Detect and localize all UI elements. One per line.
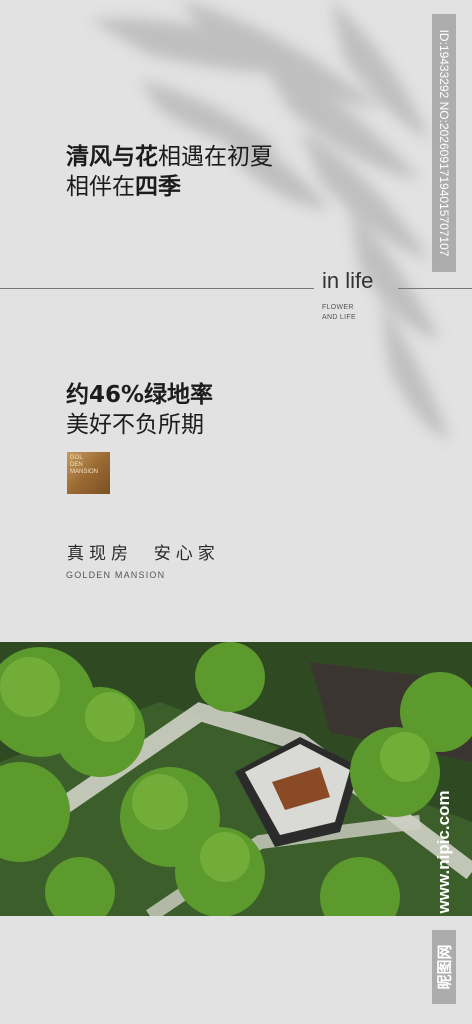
logo-line1: GOL — [70, 455, 83, 461]
green-slogan: 美好不负所期 — [66, 412, 204, 438]
headline-line2-bold: 四季 — [135, 174, 181, 200]
logo-line2: DEN — [70, 462, 83, 468]
green-rate-block: 约46%绿地率 美好不负所期 — [66, 380, 213, 440]
watermark-site: 昵图网 — [435, 944, 454, 990]
brand-name-english: GOLDEN MANSION — [66, 570, 166, 580]
in-life-sub-line1: FLOWER — [322, 304, 354, 311]
watermark-id-text: ID:19433292 NO:20260917194015707107 — [437, 29, 451, 257]
green-rate: 约46%绿地率 — [66, 382, 214, 408]
in-life-subtitle: FLOWER AND LIFE — [322, 303, 356, 323]
headline-line1-rest: 相遇在初夏 — [158, 144, 273, 170]
in-life-sub-line2: AND LIFE — [322, 314, 356, 321]
brand-logo: GOL DEN MANSION — [67, 452, 110, 494]
logo-line3: MANSION — [70, 469, 99, 475]
tagline: 真现房 安心家 — [67, 544, 220, 564]
headline: 清风与花相遇在初夏 相伴在四季 — [66, 142, 273, 202]
watermark-id: ID:19433292 NO:20260917194015707107 — [432, 14, 456, 272]
headline-line1-bold: 清风与花 — [66, 144, 158, 170]
watermark-logo: 昵图网 — [432, 930, 456, 1004]
watermark-url: www.nipic.com — [434, 790, 453, 914]
divider-right — [398, 288, 472, 289]
garden-aerial-photo — [0, 642, 472, 916]
headline-line2-rest: 相伴在 — [66, 174, 135, 200]
divider-left — [0, 288, 314, 289]
in-life-title: in life — [322, 268, 374, 293]
